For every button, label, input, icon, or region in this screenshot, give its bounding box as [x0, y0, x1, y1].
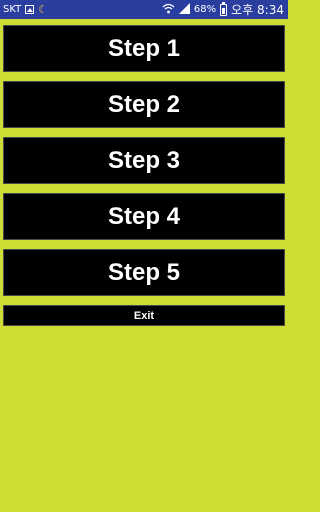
carrier-label: SKT [3, 4, 22, 15]
moon-icon: ☾ [38, 3, 49, 16]
status-bar-left: SKT ☾ [3, 0, 48, 19]
wifi-icon [162, 3, 175, 17]
step-1-button[interactable]: Step 1 [3, 25, 285, 72]
signal-icon [178, 2, 190, 17]
status-bar: SKT ☾ 68% 오후 8:34 [0, 0, 288, 19]
step-4-button[interactable]: Step 4 [3, 193, 285, 240]
status-bar-right: 68% 오후 8:34 [162, 0, 284, 19]
step-3-button[interactable]: Step 3 [3, 137, 285, 184]
step-5-button[interactable]: Step 5 [3, 249, 285, 296]
exit-button[interactable]: Exit [3, 305, 285, 326]
image-icon [25, 5, 35, 14]
clock: 오후 8:34 [231, 3, 284, 17]
battery-percent: 68% [193, 4, 217, 15]
battery-icon [220, 1, 228, 16]
step-2-button[interactable]: Step 2 [3, 81, 285, 128]
